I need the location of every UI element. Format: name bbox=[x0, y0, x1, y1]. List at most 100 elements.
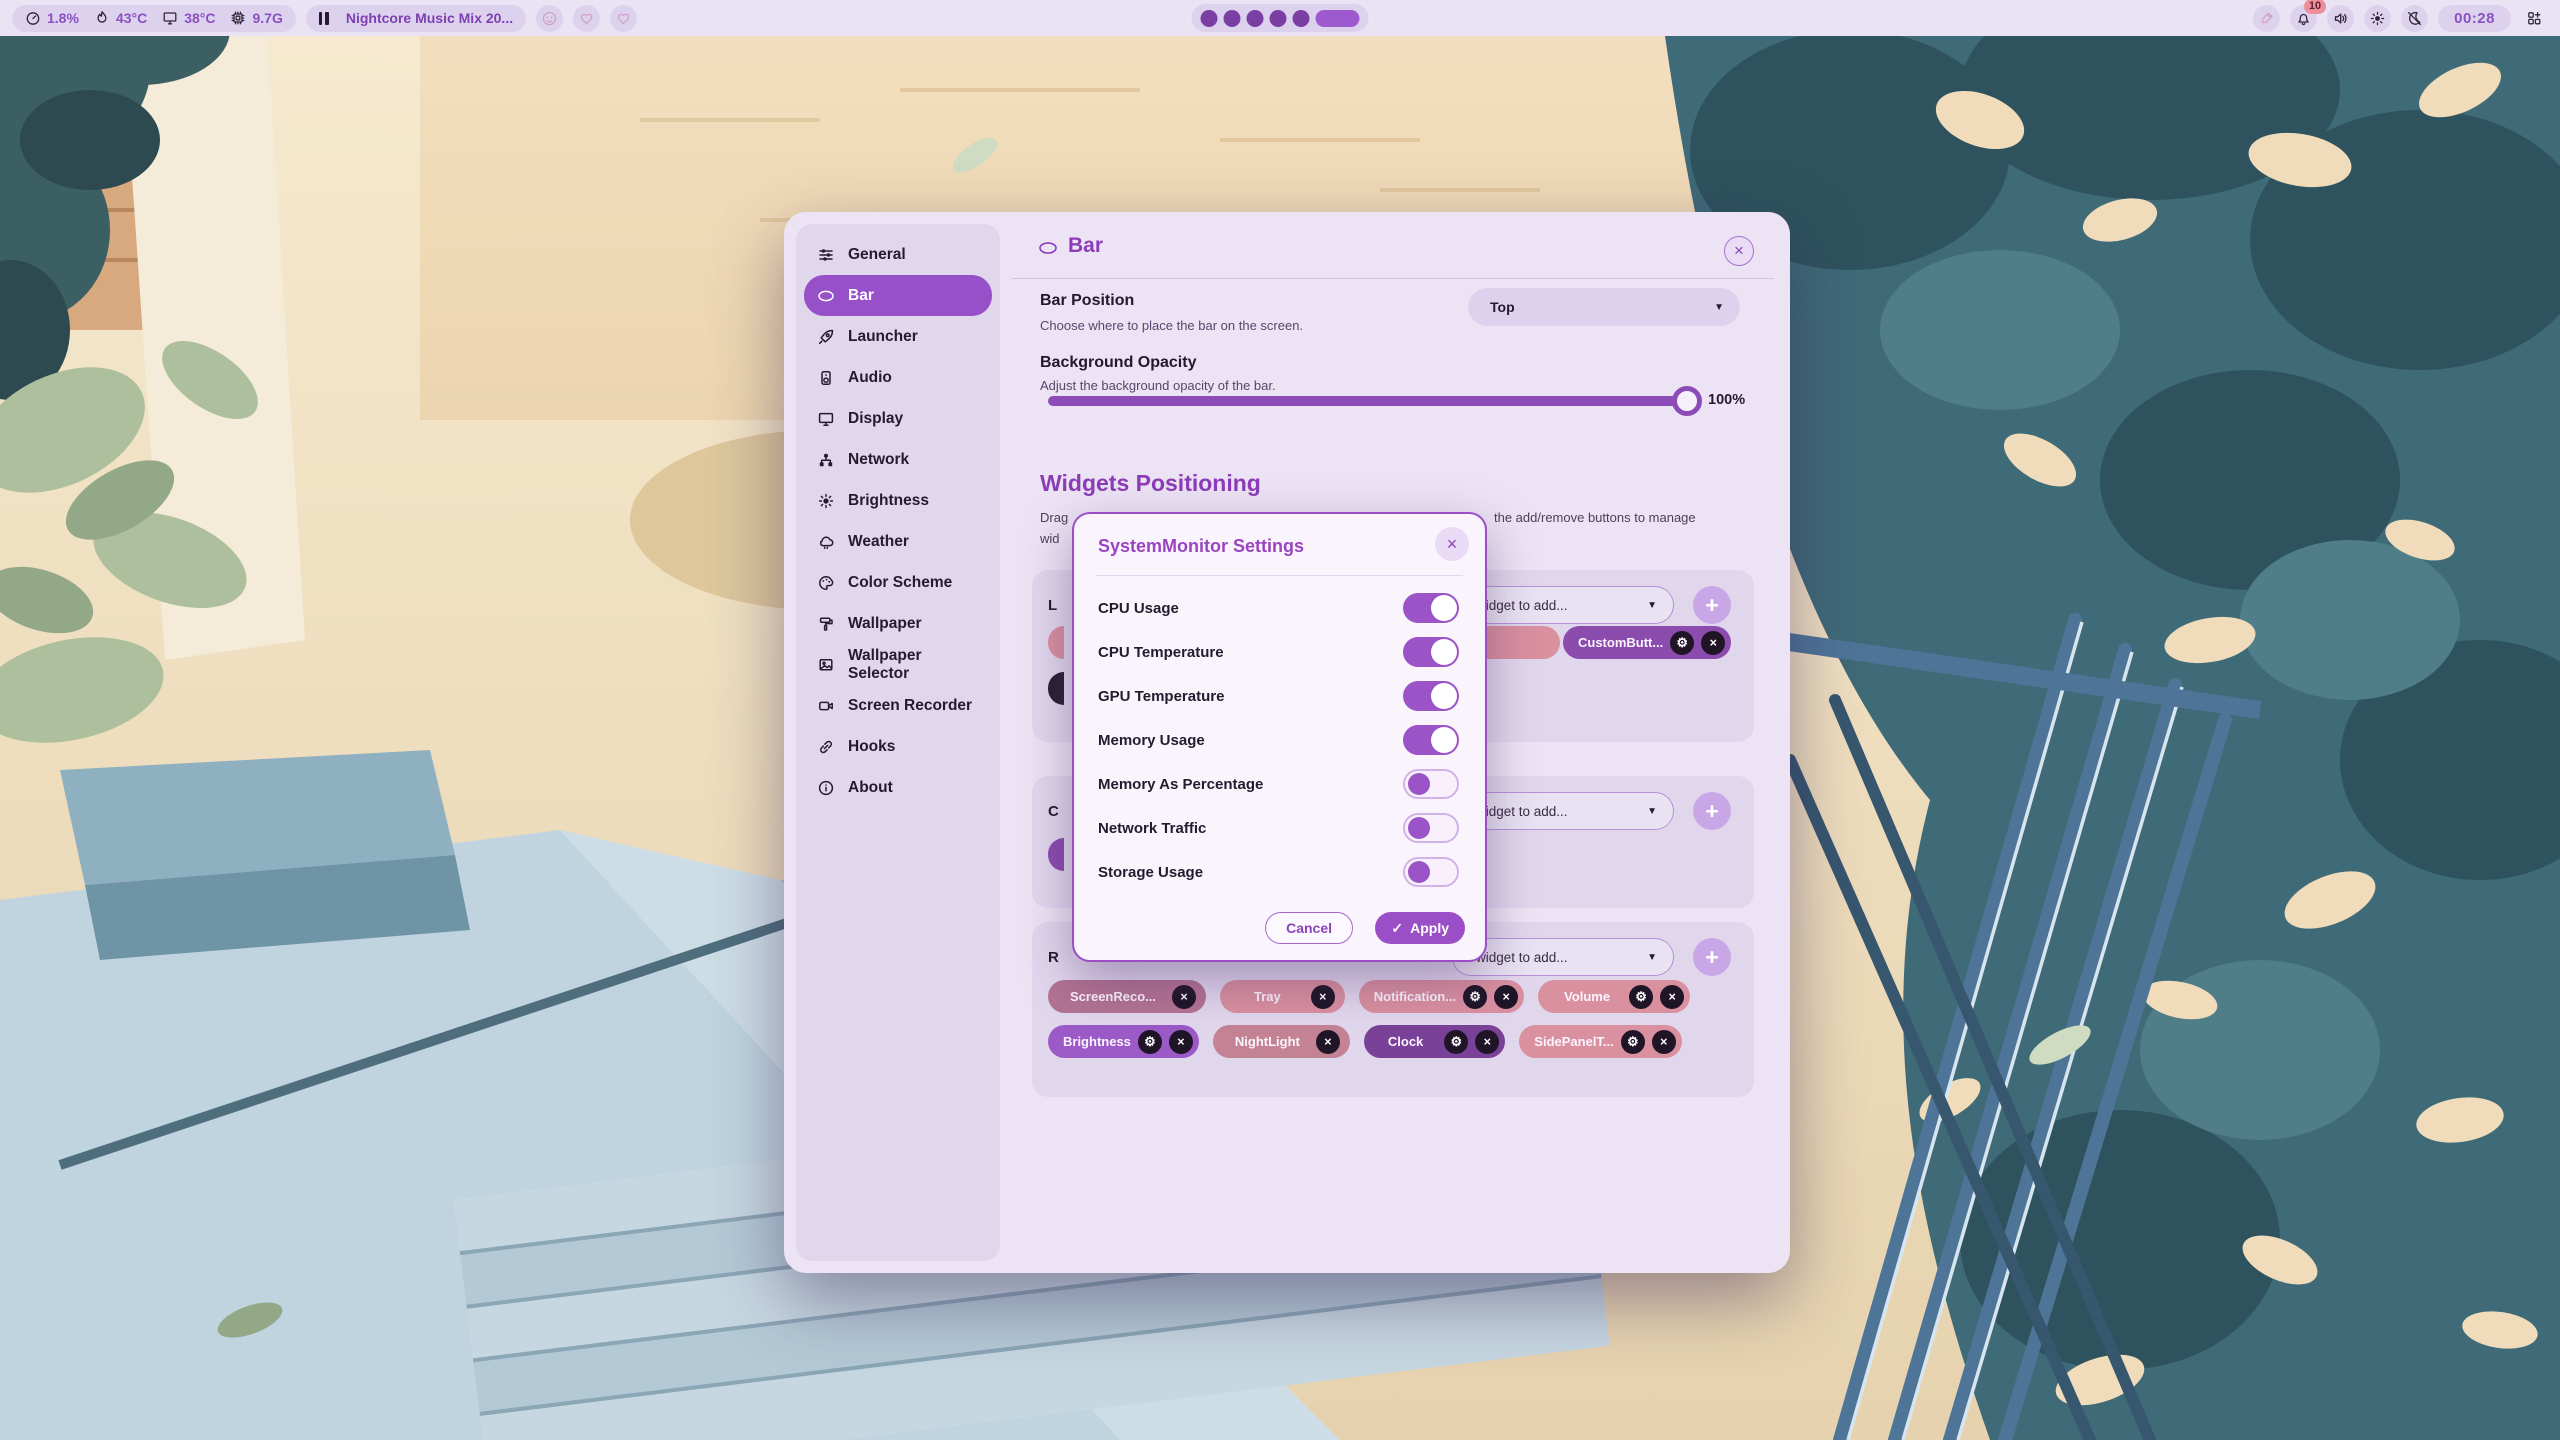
sidebar-item-color-scheme[interactable]: Color Scheme bbox=[804, 562, 992, 603]
close-icon: × bbox=[1177, 1035, 1184, 1049]
media-player-widget[interactable]: Nightcore Music Mix 20... bbox=[306, 5, 526, 32]
speaker-icon bbox=[2332, 10, 2349, 27]
paint-roller-icon bbox=[817, 615, 835, 633]
brightness-button[interactable] bbox=[2364, 5, 2391, 32]
sidebar-label: Bar bbox=[848, 287, 874, 305]
background-opacity-label: Background Opacity bbox=[1040, 354, 1196, 372]
chip-settings-button[interactable]: ⚙ bbox=[1670, 631, 1694, 655]
clock-text: 00:28 bbox=[2454, 10, 2495, 27]
toggle-knob bbox=[1431, 727, 1457, 753]
chip-label: Tray bbox=[1254, 989, 1281, 1004]
opacity-slider-track[interactable] bbox=[1048, 396, 1690, 406]
flame-icon bbox=[94, 10, 110, 26]
sidebar-item-audio[interactable]: Audio bbox=[804, 357, 992, 398]
sidebar-item-hooks[interactable]: Hooks bbox=[804, 726, 992, 767]
toggle-row-storage-usage: Storage Usage bbox=[1074, 850, 1485, 894]
sidebar-item-launcher[interactable]: Launcher bbox=[804, 316, 992, 357]
cpu-temp-value: 43°C bbox=[116, 10, 147, 26]
cpu-temp-stat: 43°C bbox=[94, 10, 147, 26]
chip-remove-button[interactable]: × bbox=[1475, 1030, 1499, 1054]
gear-icon: ⚙ bbox=[1450, 1034, 1462, 1050]
chip-remove-button[interactable]: × bbox=[1172, 985, 1196, 1009]
widget-chip[interactable]: Volume ⚙ × bbox=[1538, 980, 1690, 1013]
apply-button[interactable]: ✓ Apply bbox=[1375, 912, 1465, 944]
opacity-slider-handle[interactable] bbox=[1672, 386, 1702, 416]
widget-chip[interactable]: Tray × bbox=[1220, 980, 1345, 1013]
widget-chip[interactable]: Brightness ⚙ × bbox=[1048, 1025, 1199, 1058]
dashboard-button[interactable] bbox=[2521, 5, 2548, 32]
right-add-widget-button[interactable]: + bbox=[1693, 938, 1731, 976]
bar-position-dropdown[interactable]: Top ▼ bbox=[1468, 288, 1740, 326]
like-button[interactable] bbox=[610, 5, 637, 32]
chip-remove-button[interactable]: × bbox=[1701, 631, 1725, 655]
chip-remove-button[interactable]: × bbox=[1316, 1030, 1340, 1054]
sidebar-item-about[interactable]: About bbox=[804, 767, 992, 808]
gpu-temp-stat: 38°C bbox=[162, 10, 215, 26]
toggle-row-memory-as-percentage: Memory As Percentage bbox=[1074, 762, 1485, 806]
favorite-button[interactable] bbox=[573, 5, 600, 32]
workspace-dot[interactable] bbox=[1270, 10, 1287, 27]
workspace-dot[interactable] bbox=[1293, 10, 1310, 27]
volume-button[interactable] bbox=[2327, 5, 2354, 32]
night-light-button[interactable] bbox=[2401, 5, 2428, 32]
workspace-switcher[interactable] bbox=[1192, 4, 1369, 32]
monitor-icon bbox=[162, 10, 178, 26]
color-picker-button[interactable] bbox=[2253, 5, 2280, 32]
widget-chip[interactable]: Clock ⚙ × bbox=[1364, 1025, 1505, 1058]
widget-chip[interactable]: CustomButt... ⚙ × bbox=[1563, 626, 1731, 659]
workspace-dot[interactable] bbox=[1201, 10, 1218, 27]
cpu-temperature-toggle[interactable] bbox=[1403, 637, 1459, 667]
workspace-active-indicator[interactable] bbox=[1316, 10, 1360, 27]
close-icon: × bbox=[1484, 1035, 1491, 1049]
workspace-dot[interactable] bbox=[1224, 10, 1241, 27]
widget-chip[interactable]: NightLight × bbox=[1213, 1025, 1350, 1058]
sidebar-item-general[interactable]: General bbox=[804, 234, 992, 275]
cpu-usage-toggle[interactable] bbox=[1403, 593, 1459, 623]
notifications-button[interactable]: 10 bbox=[2290, 5, 2317, 32]
sidebar-item-wallpaper[interactable]: Wallpaper bbox=[804, 603, 992, 644]
chip-label: CustomButt... bbox=[1578, 635, 1663, 650]
dialog-close-button[interactable]: × bbox=[1435, 527, 1469, 561]
clock-widget[interactable]: 00:28 bbox=[2438, 5, 2511, 32]
sidebar-item-weather[interactable]: Weather bbox=[804, 521, 992, 562]
sidebar-item-wallpaper-selector[interactable]: Wallpaper Selector bbox=[804, 644, 992, 685]
chip-remove-button[interactable]: × bbox=[1311, 985, 1335, 1009]
sidebar-item-display[interactable]: Display bbox=[804, 398, 992, 439]
sliders-icon bbox=[817, 246, 835, 264]
chip-remove-button[interactable]: × bbox=[1660, 985, 1684, 1009]
memory-as-percentage-toggle[interactable] bbox=[1403, 769, 1459, 799]
chip-settings-button[interactable]: ⚙ bbox=[1621, 1030, 1645, 1054]
chip-remove-button[interactable]: × bbox=[1652, 1030, 1676, 1054]
system-stats-widget[interactable]: 1.8% 43°C 38°C 9.7G bbox=[12, 5, 296, 32]
gear-icon: ⚙ bbox=[1635, 989, 1647, 1005]
widget-chip[interactable]: SidePanelT... ⚙ × bbox=[1519, 1025, 1681, 1058]
chip-remove-button[interactable]: × bbox=[1494, 985, 1518, 1009]
bar-position-label: Bar Position bbox=[1040, 292, 1134, 310]
chip-settings-button[interactable]: ⚙ bbox=[1444, 1030, 1468, 1054]
chip-settings-button[interactable]: ⚙ bbox=[1138, 1030, 1162, 1054]
network-traffic-toggle[interactable] bbox=[1403, 813, 1459, 843]
emoji-button[interactable] bbox=[536, 5, 563, 32]
chip-remove-button[interactable]: × bbox=[1169, 1030, 1193, 1054]
center-add-widget-button[interactable]: + bbox=[1693, 792, 1731, 830]
sidebar-item-brightness[interactable]: Brightness bbox=[804, 480, 992, 521]
memory-usage-toggle[interactable] bbox=[1403, 725, 1459, 755]
toggle-label: Network Traffic bbox=[1098, 820, 1206, 837]
close-icon: × bbox=[1668, 990, 1675, 1004]
dropdown-placeholder: widget to add... bbox=[1476, 804, 1568, 819]
widget-chip[interactable]: ScreenReco... × bbox=[1048, 980, 1206, 1013]
widget-chip[interactable]: Notification... ⚙ × bbox=[1359, 980, 1524, 1013]
widgets-description-fragment: wid bbox=[1040, 531, 1060, 546]
window-close-button[interactable]: × bbox=[1724, 236, 1754, 266]
sidebar-item-bar[interactable]: Bar bbox=[804, 275, 992, 316]
chip-settings-button[interactable]: ⚙ bbox=[1629, 985, 1653, 1009]
chip-settings-button[interactable]: ⚙ bbox=[1463, 985, 1487, 1009]
sidebar-item-network[interactable]: Network bbox=[804, 439, 992, 480]
storage-usage-toggle[interactable] bbox=[1403, 857, 1459, 887]
sidebar-item-screen-recorder[interactable]: Screen Recorder bbox=[804, 685, 992, 726]
gpu-temperature-toggle[interactable] bbox=[1403, 681, 1459, 711]
background-opacity-description: Adjust the background opacity of the bar… bbox=[1040, 378, 1276, 393]
cancel-button[interactable]: Cancel bbox=[1265, 912, 1353, 944]
left-add-widget-button[interactable]: + bbox=[1693, 586, 1731, 624]
workspace-dot[interactable] bbox=[1247, 10, 1264, 27]
